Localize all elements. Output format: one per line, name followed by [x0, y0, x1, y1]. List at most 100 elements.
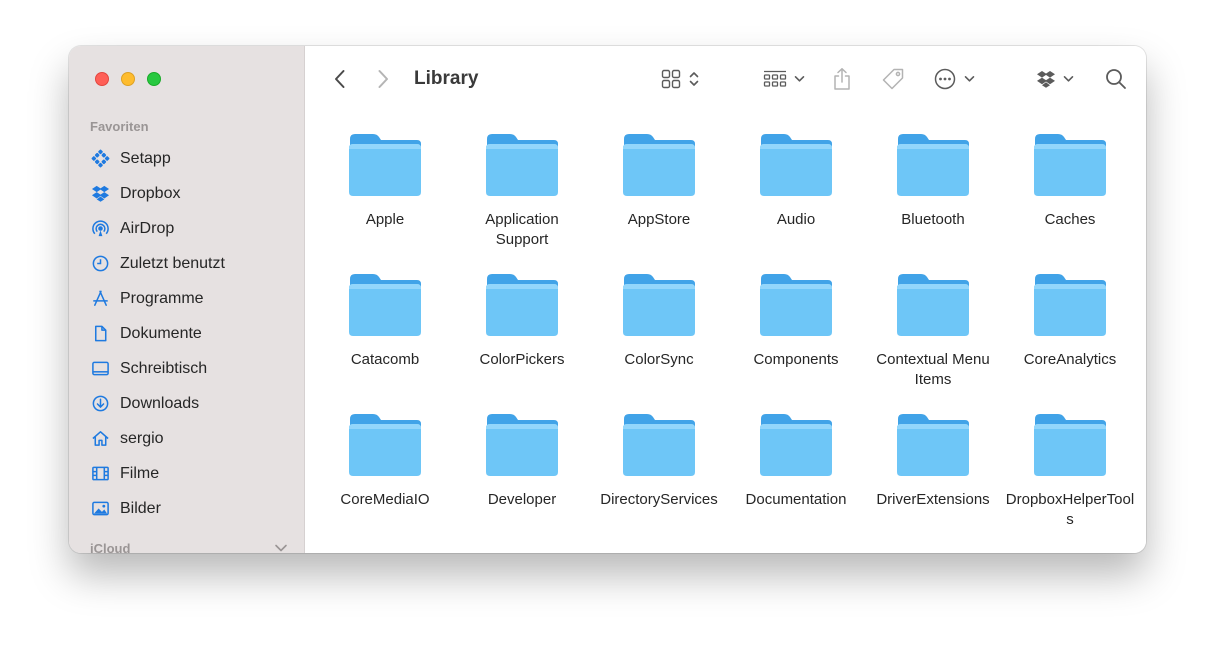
sidebar-item-downloads[interactable]: Downloads: [90, 386, 225, 421]
folder-name: Catacomb: [350, 351, 420, 368]
search-button[interactable]: [1105, 66, 1127, 92]
folder-item[interactable]: Application Support: [454, 132, 591, 250]
folder-name: Developer: [487, 491, 557, 508]
dropbox-toolbar-button[interactable]: [1035, 66, 1074, 92]
folder-icon: [1034, 274, 1106, 336]
dropbox-icon: [90, 184, 110, 204]
folder-name: Apple: [365, 211, 405, 228]
chevron-down-icon: [1063, 75, 1074, 83]
folder-name: Audio: [776, 211, 816, 228]
folder-item[interactable]: AppStore: [591, 132, 728, 230]
folder-name: DriverExtensions: [876, 491, 990, 508]
folder-item[interactable]: Bluetooth: [865, 132, 1002, 230]
minimize-window-button[interactable]: [121, 72, 135, 86]
sidebar-item-home[interactable]: sergio: [90, 421, 225, 456]
folder-item[interactable]: DropboxHelperTools: [1002, 412, 1139, 530]
folder-icon: [897, 274, 969, 336]
share-icon: [832, 67, 852, 91]
folder-icon: [1034, 414, 1106, 476]
folder-icon: [349, 274, 421, 336]
download-icon: [90, 394, 110, 414]
sidebar-item-applications[interactable]: Programme: [90, 281, 225, 316]
folder-item[interactable]: Audio: [728, 132, 865, 230]
desktop-icon: [90, 359, 110, 379]
sidebar-item-movies[interactable]: Filme: [90, 456, 225, 491]
zoom-window-button[interactable]: [147, 72, 161, 86]
sidebar-item-setapp[interactable]: Setapp: [90, 141, 225, 176]
folder-item[interactable]: DirectoryServices: [591, 412, 728, 510]
folder-name: Caches: [1044, 211, 1096, 228]
dropbox-icon: [1035, 69, 1057, 89]
updown-chevron-icon: [689, 70, 699, 88]
forward-button[interactable]: [376, 66, 390, 92]
sidebar-item-label: Dokumente: [120, 324, 202, 342]
folder-icon: [486, 414, 558, 476]
folder-item[interactable]: Contextual Menu Items: [865, 272, 1002, 390]
sidebar-item-airdrop[interactable]: AirDrop: [90, 211, 225, 246]
main-pane: Library Apple Application Support AppSto…: [305, 46, 1146, 553]
group-icon: [763, 69, 787, 89]
folder-name: ColorPickers: [479, 351, 565, 368]
folder-item[interactable]: CoreAnalytics: [1002, 272, 1139, 370]
folder-name: Contextual Menu Items: [876, 351, 990, 388]
window-controls: [95, 72, 161, 86]
folder-name: Components: [753, 351, 839, 368]
folder-item[interactable]: Components: [728, 272, 865, 370]
folder-icon: [486, 274, 558, 336]
toolbar: Library: [305, 46, 1146, 110]
finder-window: Favoriten Setapp Dropbox AirDrop Zuletzt…: [69, 46, 1146, 553]
tags-button[interactable]: [881, 66, 905, 92]
sidebar-item-label: Setapp: [120, 149, 171, 167]
tag-icon: [881, 67, 905, 91]
folder-name: ColorSync: [624, 351, 694, 368]
folder-item[interactable]: Catacomb: [317, 272, 454, 370]
chevron-down-icon[interactable]: [274, 540, 288, 553]
window-title: Library: [414, 68, 479, 89]
sidebar-item-pictures[interactable]: Bilder: [90, 491, 225, 526]
folder-item[interactable]: Documentation: [728, 412, 865, 510]
folder-name: Application Support: [485, 211, 559, 248]
sidebar-item-label: Downloads: [120, 394, 200, 412]
sidebar-item-desktop[interactable]: Schreibtisch: [90, 351, 225, 386]
sidebar-item-label: sergio: [120, 429, 164, 447]
chevron-down-icon: [794, 75, 805, 83]
folder-icon: [1034, 134, 1106, 196]
folder-icon: [349, 414, 421, 476]
share-button[interactable]: [832, 66, 852, 92]
folder-name: DirectoryServices: [600, 491, 718, 508]
folder-item[interactable]: Caches: [1002, 132, 1139, 230]
back-button[interactable]: [333, 66, 347, 92]
folder-icon: [760, 134, 832, 196]
ellipsis-circle-icon: [934, 68, 956, 90]
folder-name: CoreAnalytics: [1023, 351, 1117, 368]
folder-name: Documentation: [745, 491, 847, 508]
sidebar-item-documents[interactable]: Dokumente: [90, 316, 225, 351]
folder-icon: [623, 414, 695, 476]
sidebar-item-recents[interactable]: Zuletzt benutzt: [90, 246, 225, 281]
folder-icon: [486, 134, 558, 196]
folder-icon: [760, 274, 832, 336]
folder-item[interactable]: Apple: [317, 132, 454, 230]
setapp-icon: [90, 149, 110, 169]
chevron-down-icon: [964, 75, 975, 83]
clock-icon: [90, 254, 110, 274]
group-by-button[interactable]: [763, 66, 805, 92]
sidebar-item-label: AirDrop: [120, 219, 175, 237]
folder-icon: [623, 134, 695, 196]
folder-item[interactable]: DriverExtensions: [865, 412, 1002, 510]
folder-item[interactable]: ColorPickers: [454, 272, 591, 370]
film-icon: [90, 464, 110, 484]
close-window-button[interactable]: [95, 72, 109, 86]
view-mode-button[interactable]: [661, 66, 699, 92]
sidebar-item-label: Programme: [120, 289, 204, 307]
sidebar-item-label: Bilder: [120, 499, 161, 517]
sidebar-item-dropbox[interactable]: Dropbox: [90, 176, 225, 211]
folder-item[interactable]: ColorSync: [591, 272, 728, 370]
folder-icon: [623, 274, 695, 336]
folder-item[interactable]: Developer: [454, 412, 591, 510]
more-actions-button[interactable]: [934, 66, 975, 92]
chevron-left-icon: [333, 68, 347, 90]
folder-item[interactable]: CoreMediaIO: [317, 412, 454, 510]
favorites-list: Setapp Dropbox AirDrop Zuletzt benutzt P…: [90, 141, 225, 526]
chevron-right-icon: [376, 68, 390, 90]
